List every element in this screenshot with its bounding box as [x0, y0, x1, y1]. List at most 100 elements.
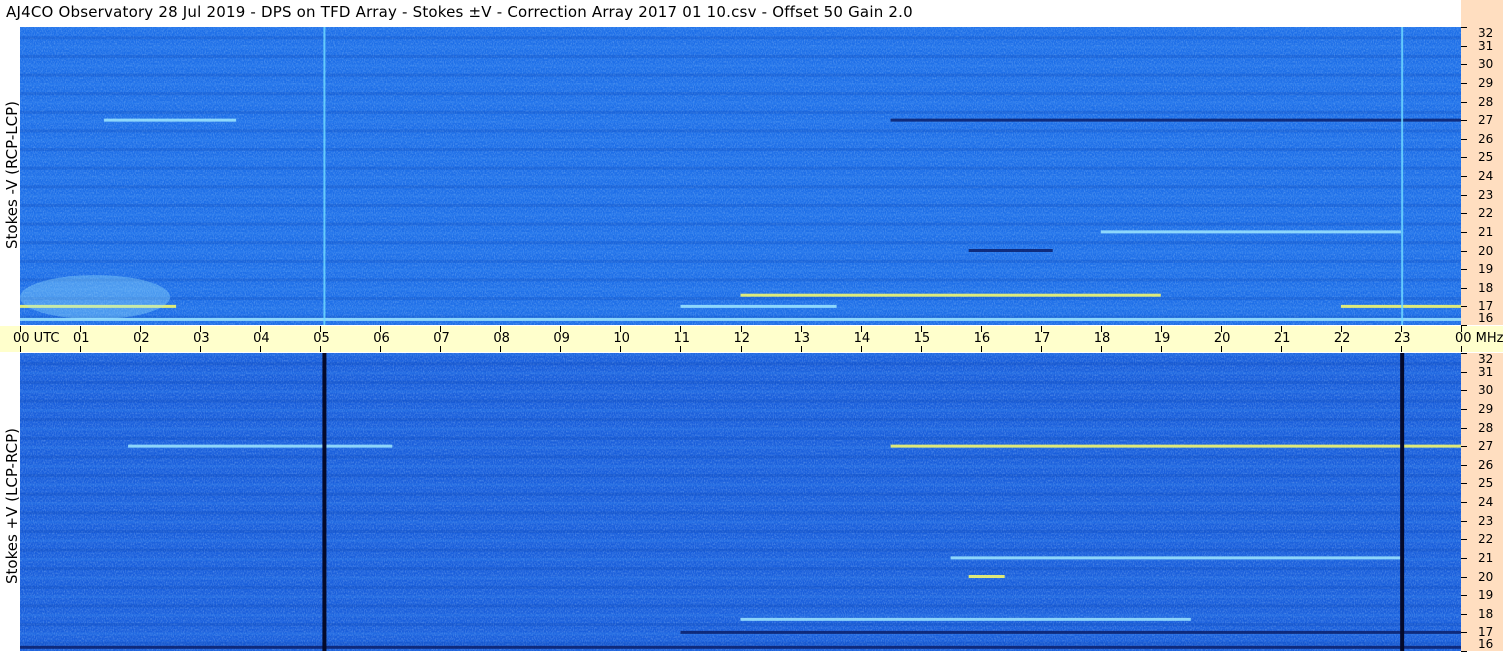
heatmap-band-texture	[20, 418, 1461, 422]
freq-tick-mark	[1461, 306, 1467, 308]
time-tick-label: 16	[973, 331, 991, 346]
freq-tick-mark	[1461, 287, 1467, 289]
freq-tick-label: 30	[1478, 57, 1494, 72]
heatmap-band-texture	[20, 157, 1461, 161]
heatmap-feature-band	[680, 304, 837, 308]
freq-tick-label: 16	[1478, 311, 1494, 325]
heatmap-band-texture	[20, 464, 1461, 468]
heatmap-band-texture	[20, 176, 1461, 179]
time-tick-label: 10	[613, 331, 630, 346]
freq-tick-label: 21	[1478, 550, 1494, 565]
time-tick-label: 23	[1393, 331, 1411, 346]
freq-tick-label: 18	[1478, 280, 1494, 295]
heatmap-band-texture	[20, 222, 1461, 226]
heatmap-band-texture	[20, 408, 1461, 412]
freq-tick-label: 30	[1478, 383, 1494, 398]
time-tick-label: 00 UTC	[13, 331, 60, 346]
time-tick-label: 21	[1273, 331, 1291, 346]
heatmap-band-texture	[20, 362, 1461, 366]
heatmap-feature-band	[20, 645, 1461, 649]
time-axis: 00 UTC 01 02 03 04 05 06 07 08 09 10 11 12 13 14 15 16 17…	[0, 326, 1503, 352]
freq-tick-label: 31	[1478, 364, 1494, 379]
time-tick-mark	[800, 346, 802, 352]
freq-tick-label: 29	[1478, 75, 1494, 90]
time-tick-mark	[920, 346, 922, 352]
freq-tick-mark	[1461, 408, 1467, 410]
heatmap-band-texture	[20, 390, 1461, 394]
heatmap-band-texture	[20, 194, 1461, 198]
heatmap-band-texture	[20, 539, 1461, 543]
freq-tick-label: 20	[1478, 243, 1494, 258]
freq-tick-label: 24	[1478, 169, 1494, 183]
heatmap-vertical-line	[323, 27, 326, 325]
bottom-panel-ylabel: Stokes +V (LCP-RCP)	[3, 428, 21, 584]
heatmap-feature-band	[950, 556, 1401, 560]
freq-tick-mark	[1461, 595, 1467, 597]
freq-axis-corner	[1461, 0, 1503, 27]
heatmap-band-texture	[20, 54, 1461, 58]
heatmap-feature-band	[1340, 304, 1461, 308]
heatmap-band-texture	[20, 399, 1461, 403]
heatmap-feature-band	[968, 249, 1053, 252]
freq-tick-mark	[1461, 427, 1467, 429]
time-tick-label: 18	[1093, 331, 1111, 346]
freq-tick-label: 28	[1478, 420, 1494, 435]
time-tick-label: 15	[913, 331, 931, 346]
heatmap-band-texture	[20, 511, 1461, 515]
freq-tick-label: 28	[1478, 94, 1494, 109]
heatmap-band-texture	[20, 269, 1461, 273]
freq-tick-mark	[1461, 157, 1467, 159]
time-tick-mark	[1100, 346, 1102, 352]
heatmap-band-texture	[20, 427, 1461, 431]
time-tick-label: 19	[1153, 331, 1171, 346]
heatmap-band-texture	[20, 213, 1461, 217]
freq-tick-label: 23	[1478, 513, 1494, 528]
heatmap-band-texture	[20, 110, 1461, 114]
time-tick-mark	[860, 346, 862, 352]
heatmap-band-texture	[20, 585, 1461, 589]
time-tick-mark	[500, 346, 502, 352]
time-tick-mark	[140, 346, 142, 352]
heatmap-band-texture	[20, 278, 1461, 282]
heatmap-feature-band	[890, 444, 1461, 448]
heatmap-band-texture	[20, 436, 1461, 440]
heatmap-band-texture	[20, 576, 1461, 580]
heatmap-band-texture	[20, 595, 1461, 599]
freq-tick-label: 27	[1478, 439, 1494, 454]
heatmap-band-texture	[20, 371, 1461, 375]
freq-tick-mark	[1461, 502, 1467, 503]
heatmap-band-texture	[20, 492, 1461, 496]
freq-tick-mark	[1461, 138, 1467, 140]
freq-tick-mark	[1461, 231, 1467, 233]
heatmap-band-texture	[20, 64, 1461, 68]
heatmap-band-texture	[20, 548, 1461, 552]
heatmap-band-texture	[20, 474, 1461, 478]
heatmap-band-texture	[20, 203, 1461, 207]
freq-tick-mark	[1461, 353, 1467, 354]
freq-tick-mark	[1461, 325, 1467, 326]
freq-tick-mark	[1461, 176, 1467, 177]
heatmap-band-texture	[20, 27, 1461, 30]
time-tick-label: 08	[493, 331, 510, 346]
time-tick-mark	[80, 346, 82, 352]
time-tick-label: 22	[1333, 331, 1351, 346]
heatmap-band-texture	[20, 259, 1461, 263]
time-tick-label: 13	[793, 331, 811, 346]
heatmap-feature-band	[20, 317, 1461, 321]
heatmap-feature-band	[968, 575, 1005, 578]
freq-tick-label: 16	[1478, 637, 1494, 651]
freq-tick-mark	[1461, 250, 1467, 252]
time-tick-mark	[620, 346, 622, 352]
time-tick-mark	[380, 346, 382, 352]
spectrogram-top-panel	[20, 27, 1461, 325]
time-tick-mark	[1220, 346, 1222, 352]
freq-tick-mark	[1461, 194, 1467, 196]
freq-tick-label: 22	[1478, 206, 1494, 221]
heatmap-band-texture	[20, 641, 1461, 645]
time-tick-mark	[1160, 346, 1162, 352]
freq-axis-top: 32 31 30 29 28 27 26 25 24 23 22 21 20 19 18 17 16	[1461, 26, 1503, 326]
time-tick-mark	[320, 346, 322, 352]
freq-tick-mark	[1461, 120, 1467, 122]
time-tick-mark	[260, 346, 262, 352]
time-tick-label: 04	[253, 331, 270, 346]
